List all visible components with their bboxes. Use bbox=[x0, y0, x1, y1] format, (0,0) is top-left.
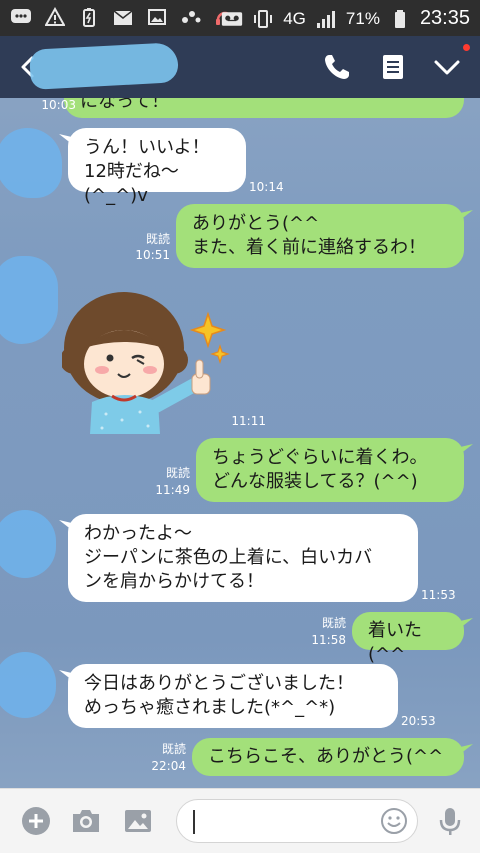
microphone-icon[interactable] bbox=[434, 805, 466, 837]
message-bubble-outgoing[interactable]: こちらこそ、ありがとう(^^ bbox=[192, 738, 464, 776]
girl-thumbs-up-sticker[interactable] bbox=[62, 284, 232, 434]
battery-icon bbox=[389, 9, 411, 29]
dots-icon bbox=[180, 7, 202, 27]
call-icon[interactable] bbox=[322, 52, 352, 82]
message-bubble-incoming[interactable]: 今日はありがとうございました！ めっちゃ癒されました(*^_^*) bbox=[68, 664, 398, 728]
status-time: 23:35 bbox=[419, 7, 470, 29]
messages-icon bbox=[10, 7, 32, 27]
message-time: 11:53 bbox=[421, 588, 456, 602]
message-time: 22:04 bbox=[151, 759, 186, 773]
vibrate-icon bbox=[252, 9, 274, 29]
message-bubble-incoming[interactable]: うん！いいよ！ 12時だね〜(^_^)v bbox=[68, 128, 246, 206]
message-time: 20:53 bbox=[401, 714, 436, 728]
status-bar: 4G 71% 23:35 bbox=[0, 0, 480, 36]
avatar-redacted bbox=[0, 510, 56, 578]
line-chat-screen: 4G 71% 23:35 になって！ 10:03 うん！いいよ！ 12時だね〜(… bbox=[0, 0, 480, 853]
battery-percent: 71% bbox=[345, 8, 380, 28]
avatar-redacted bbox=[0, 652, 56, 718]
chat-header bbox=[0, 36, 480, 98]
message-time: 11:58 bbox=[311, 633, 346, 647]
plus-icon[interactable] bbox=[20, 805, 52, 837]
chat-area[interactable]: になって！ 10:03 うん！いいよ！ 12時だね〜(^_^)v 10:14 既… bbox=[0, 98, 480, 788]
alert-icon bbox=[44, 7, 66, 27]
message-time: 10:03 bbox=[41, 98, 76, 112]
read-receipt: 既読 bbox=[321, 616, 346, 630]
signal-icon bbox=[315, 9, 337, 29]
read-receipt: 既読 bbox=[165, 466, 190, 480]
message-bubble-outgoing[interactable]: ちょうどぐらいに着くわ。 どんな服装してる？(^^) bbox=[196, 438, 464, 502]
menu-chevron-icon[interactable] bbox=[432, 52, 462, 82]
image-icon bbox=[146, 7, 168, 27]
message-time: 10:14 bbox=[249, 180, 284, 194]
message-bubble-incoming[interactable]: になって！ bbox=[64, 98, 464, 118]
notes-icon[interactable] bbox=[378, 52, 408, 82]
message-time: 11:11 bbox=[231, 414, 266, 428]
message-toolbar bbox=[0, 788, 480, 853]
emoji-icon[interactable] bbox=[379, 806, 409, 836]
network-type: 4G bbox=[283, 8, 306, 28]
message-input[interactable] bbox=[176, 799, 418, 843]
message-bubble-incoming[interactable]: わかったよ〜 ジーパンに茶色の上着に、白いカバ ンを肩からかけてる！ bbox=[68, 514, 418, 602]
read-receipt: 既読 bbox=[145, 232, 170, 246]
avatar-redacted bbox=[0, 128, 62, 198]
message-time: 10:51 bbox=[135, 248, 170, 262]
camera-icon[interactable] bbox=[70, 805, 102, 837]
message-bubble-outgoing[interactable]: 着いた(^^ bbox=[352, 612, 464, 665]
battery-saver-icon bbox=[78, 7, 100, 27]
message-time: 11:49 bbox=[155, 483, 190, 497]
notification-dot bbox=[463, 44, 470, 51]
mail-icon bbox=[112, 7, 134, 27]
avatar-redacted bbox=[0, 256, 58, 344]
voicemail-icon bbox=[221, 9, 243, 29]
text-caret bbox=[193, 810, 195, 834]
read-receipt: 既読 bbox=[161, 742, 186, 756]
message-bubble-outgoing[interactable]: ありがとう(^^ また、着く前に連絡するわ！ bbox=[176, 204, 464, 268]
contact-name-redacted[interactable] bbox=[29, 42, 179, 90]
photo-icon[interactable] bbox=[122, 805, 154, 837]
